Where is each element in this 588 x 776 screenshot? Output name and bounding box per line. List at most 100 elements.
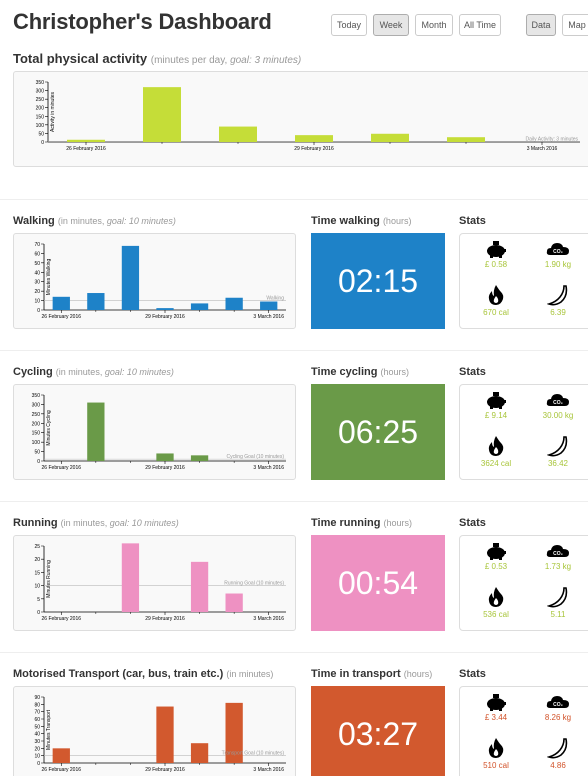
week-button[interactable]: Week bbox=[373, 14, 409, 36]
cycling-chart-svg: 0 50 100 150 200 250 300 350 Minutes Cycling 26 F… bbox=[32, 393, 286, 471]
co2-cloud-icon: CO₂ bbox=[526, 693, 588, 711]
y-tick-label: 60 bbox=[34, 251, 40, 257]
co2-stat: CO₂ 1.73 kg bbox=[526, 542, 588, 571]
bar[interactable] bbox=[219, 126, 257, 142]
divider bbox=[0, 501, 588, 502]
banana-icon bbox=[526, 586, 588, 608]
y-tick-label: 15 bbox=[34, 570, 40, 576]
transport-chart: 0 10 20 30 40 50 60 70 80 90 Minutes Transport 26 F… bbox=[13, 686, 296, 776]
banana-value: 5.11 bbox=[550, 610, 566, 619]
bar[interactable] bbox=[190, 455, 209, 461]
bar[interactable] bbox=[52, 296, 70, 310]
money-stat: £ 0.58 bbox=[464, 240, 528, 269]
divider bbox=[0, 199, 588, 200]
y-tick-label: 0 bbox=[37, 308, 40, 314]
running-time-title: Time running (hours) bbox=[311, 517, 413, 529]
all-time-button[interactable]: All Time bbox=[459, 14, 501, 36]
y-tick-label: 10 bbox=[34, 299, 40, 305]
y-tick-label: 70 bbox=[34, 242, 40, 248]
bar[interactable] bbox=[121, 543, 140, 612]
running-stats-title: Stats bbox=[459, 517, 486, 529]
y-tick-label: 70 bbox=[34, 710, 40, 716]
y-tick-label: 80 bbox=[34, 702, 40, 708]
page-title: Christopher's Dashboard bbox=[13, 9, 272, 34]
data-button[interactable]: Data bbox=[526, 14, 556, 36]
running-chart: 0 5 10 15 20 25 Minutes Running 26 February 201… bbox=[13, 535, 296, 631]
running-subtitle: (in minutes, goal: 10 minutes) bbox=[60, 518, 179, 528]
y-tick-label: 50 bbox=[34, 450, 40, 456]
today-button[interactable]: Today bbox=[331, 14, 367, 36]
cycling-title: Cycling (in minutes, goal: 10 minutes) bbox=[13, 366, 174, 378]
y-tick-label: 40 bbox=[34, 732, 40, 738]
month-button[interactable]: Month bbox=[415, 14, 453, 36]
bar[interactable] bbox=[143, 87, 181, 142]
y-tick-label: 30 bbox=[34, 739, 40, 745]
total-activity-chart-svg: 0 50 100 150 200 250 300 350 Activity in minutes… bbox=[36, 80, 580, 152]
bar[interactable] bbox=[87, 402, 105, 461]
transport-time-title: Time in transport (hours) bbox=[311, 668, 433, 680]
bar[interactable] bbox=[225, 593, 243, 612]
x-tick-label: 3 March 2016 bbox=[253, 767, 284, 773]
money-stat: £ 9.14 bbox=[464, 391, 528, 420]
y-tick-label: 25 bbox=[34, 544, 40, 550]
bar[interactable] bbox=[190, 561, 209, 612]
bar[interactable] bbox=[87, 293, 105, 310]
transport-subtitle: (in minutes) bbox=[226, 669, 274, 679]
co2-cloud-icon: CO₂ bbox=[526, 542, 588, 560]
y-tick-label: 40 bbox=[34, 270, 40, 276]
walking-chart-svg: 0 10 20 30 40 50 60 70 Minutes Walking 26 Februar… bbox=[34, 242, 286, 320]
y-tick-label: 250 bbox=[32, 412, 41, 418]
map-button[interactable]: Map bbox=[562, 14, 588, 36]
y-tick-label: 0 bbox=[37, 459, 40, 465]
cycling-chart: 0 50 100 150 200 250 300 350 Minutes Cycling 26 F… bbox=[13, 384, 296, 480]
bar[interactable] bbox=[156, 308, 174, 310]
money-saved-value: £ 0.58 bbox=[484, 260, 508, 269]
banana-value: 36.42 bbox=[547, 459, 569, 468]
goal-label: Transport Goal (10 minutes) bbox=[222, 751, 285, 757]
y-tick-label: 350 bbox=[32, 393, 41, 399]
running-chart-svg: 0 5 10 15 20 25 Minutes Running 26 February 201… bbox=[34, 543, 286, 622]
y-axis-label: Minutes Walking bbox=[46, 259, 52, 296]
x-tick-label: 29 February 2016 bbox=[294, 146, 334, 152]
co2-stat: CO₂ 8.26 kg bbox=[526, 693, 588, 722]
calories-value: 536 cal bbox=[483, 610, 509, 619]
co2-value: 8.26 kg bbox=[544, 713, 572, 722]
goal-label: Running Goal (10 minutes) bbox=[224, 581, 284, 587]
bar[interactable] bbox=[190, 743, 209, 763]
piggy-bank-icon bbox=[464, 391, 528, 409]
goal-label: Daily Activity: 3 minutes bbox=[525, 136, 578, 142]
x-tick-label: 26 February 2016 bbox=[42, 767, 82, 773]
co2-value: 1.73 kg bbox=[544, 562, 572, 571]
x-tick-label: 3 March 2016 bbox=[527, 146, 558, 152]
bar[interactable] bbox=[447, 137, 485, 142]
money-saved-value: £ 0.53 bbox=[484, 562, 508, 571]
cycling-stats-panel: £ 9.14 CO₂ 30.00 kg 3624 cal 36.42 bbox=[459, 384, 588, 480]
bar[interactable] bbox=[156, 453, 174, 461]
co2-cloud-icon: CO₂ bbox=[526, 240, 588, 258]
bar[interactable] bbox=[225, 297, 243, 310]
bar[interactable] bbox=[52, 748, 70, 763]
bar[interactable] bbox=[260, 301, 278, 310]
walking-title-text: Walking bbox=[13, 215, 55, 227]
x-tick-label: 3 March 2016 bbox=[253, 616, 284, 622]
svg-text:CO₂: CO₂ bbox=[553, 551, 563, 557]
calories-value: 670 cal bbox=[483, 308, 509, 317]
transport-stats-title: Stats bbox=[459, 668, 486, 680]
co2-value: 1.90 kg bbox=[544, 260, 572, 269]
cycling-subtitle: (in minutes, goal: 10 minutes) bbox=[55, 367, 174, 377]
transport-stats-panel: £ 3.44 CO₂ 8.26 kg 510 cal 4.86 bbox=[459, 686, 588, 776]
running-stats-panel: £ 0.53 CO₂ 1.73 kg 536 cal 5.11 bbox=[459, 535, 588, 631]
co2-stat: CO₂ 30.00 kg bbox=[526, 391, 588, 420]
banana-stat: 4.86 bbox=[526, 737, 588, 770]
y-tick-label: 300 bbox=[36, 89, 45, 95]
bar[interactable] bbox=[156, 706, 174, 763]
bar[interactable] bbox=[295, 135, 333, 142]
banana-icon bbox=[526, 435, 588, 457]
bar[interactable] bbox=[67, 139, 105, 142]
y-tick-label: 50 bbox=[34, 261, 40, 267]
bar[interactable] bbox=[371, 133, 409, 142]
x-tick-label: 29 February 2016 bbox=[145, 767, 185, 773]
bar[interactable] bbox=[190, 303, 209, 310]
bar[interactable] bbox=[121, 245, 140, 310]
transport-chart-svg: 010 203040 506070 8090 Minutes Transport 26 F… bbox=[34, 695, 286, 773]
